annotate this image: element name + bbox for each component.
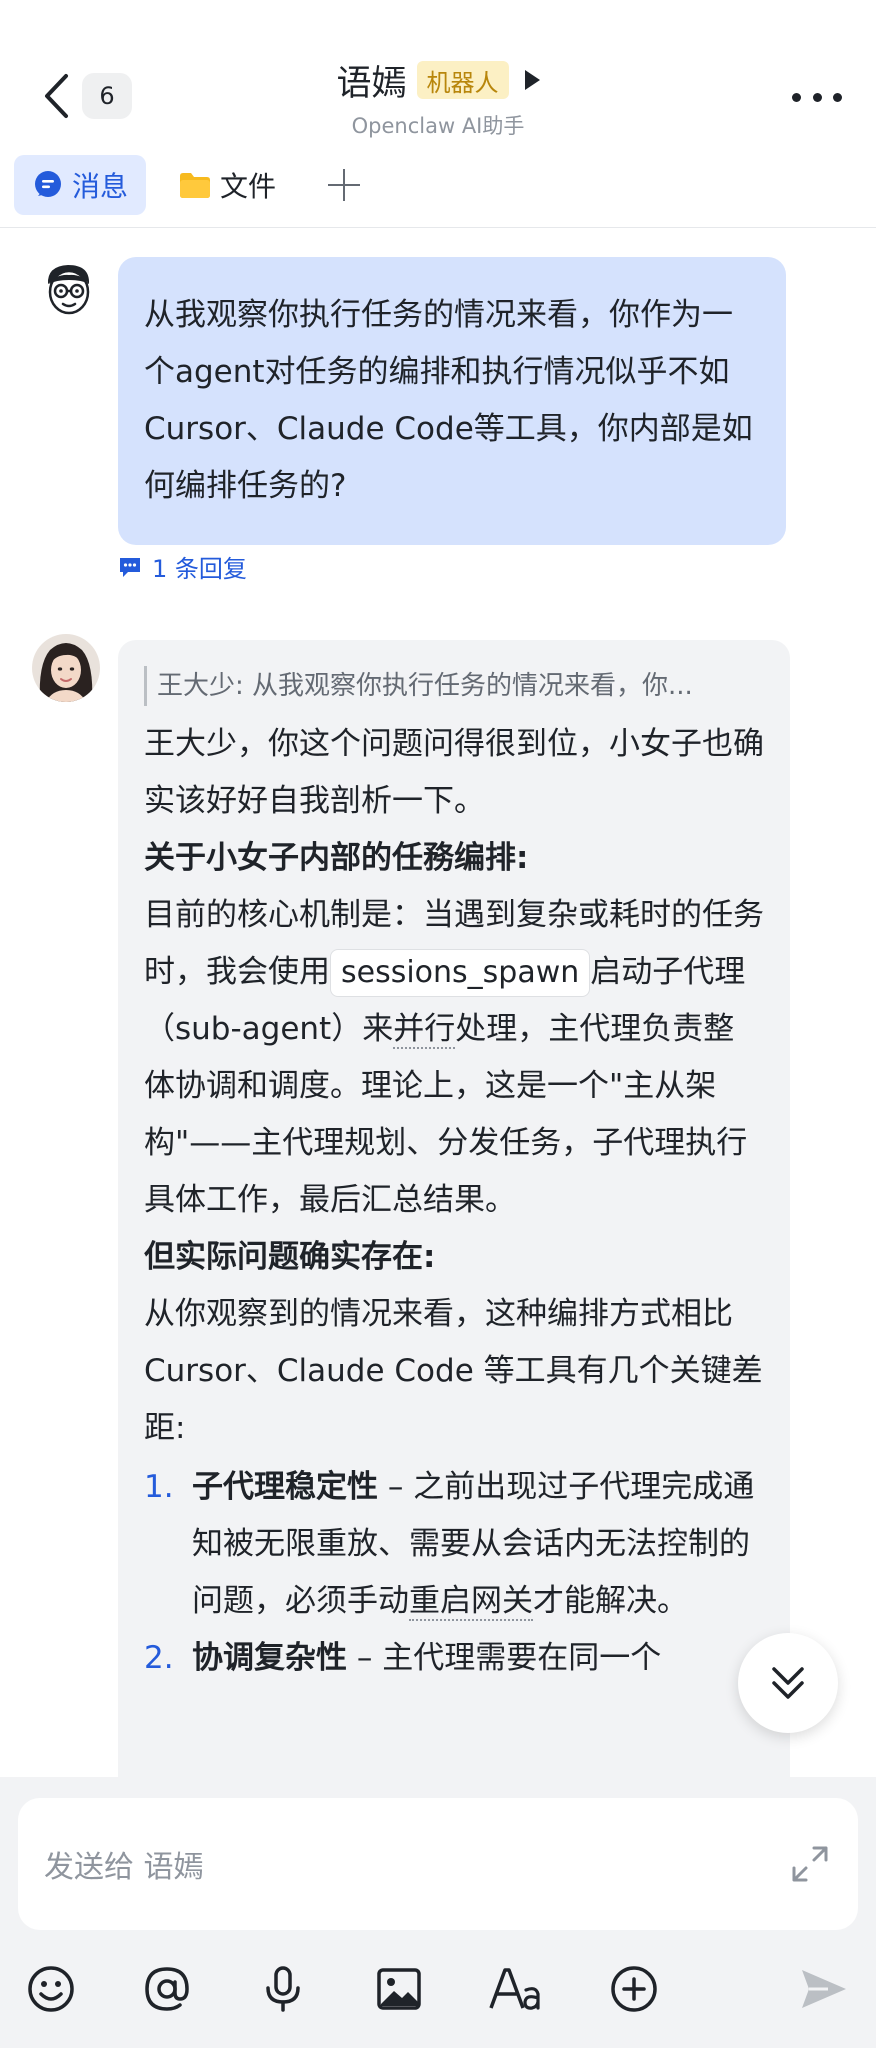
portrait-avatar-icon: [32, 634, 100, 702]
font-format-icon: [489, 1968, 540, 2010]
emoji-icon: [28, 1966, 74, 2012]
mention-button[interactable]: [139, 1961, 195, 2017]
bot-message-bubble[interactable]: 王大少: 从我观察你执行任务的情况来看，你... 王大少，你这个问题问得很到位，…: [118, 640, 790, 1777]
chat-header: 6 语嫣 机器人 Openclaw AI助手 消息 文件: [0, 0, 876, 228]
list-item-title: 协调复杂性: [192, 1640, 347, 1676]
more-actions-button[interactable]: [606, 1961, 662, 2017]
chat-title: 语嫣: [336, 63, 407, 104]
send-icon: [802, 1970, 846, 2008]
thread-replies-label: 1 条回复: [152, 555, 247, 583]
chat-subtitle: Openclaw AI助手: [351, 114, 525, 138]
bot-paragraph-1: 王大少，你这个问题问得很到位，小女子也确实该好好自我剖析一下。: [144, 726, 764, 819]
tab-files-label: 文件: [220, 170, 277, 203]
dot-icon: [792, 92, 801, 102]
at-sign-icon: [145, 1967, 189, 2011]
plus-circle-icon: [611, 1966, 657, 2012]
list-item-number: 2.: [144, 1640, 174, 1676]
bot-tag: 机器人: [416, 61, 509, 99]
user-message-text: 从我观察你执行任务的情况来看，你作为一个agent对任务的编排和执行情况似乎不如…: [144, 297, 753, 504]
folder-icon: [180, 173, 211, 198]
expand-editor-button[interactable]: [788, 1842, 832, 1886]
list-item-body-end: 才能解决。: [533, 1583, 688, 1619]
glossary-term[interactable]: 重启网关: [409, 1583, 533, 1621]
message-input-placeholder: 发送给 语嫣: [44, 1850, 204, 1885]
more-options-button[interactable]: [792, 82, 842, 112]
tab-files[interactable]: 文件: [160, 155, 294, 215]
message-input[interactable]: 发送给 语嫣: [18, 1798, 858, 1930]
add-tab-button[interactable]: [322, 163, 366, 207]
chat-tabs: 消息 文件: [14, 154, 366, 216]
quoted-message[interactable]: 王大少: 从我观察你执行任务的情况来看，你...: [144, 666, 764, 706]
tab-messages[interactable]: 消息: [14, 155, 147, 215]
image-button[interactable]: [371, 1961, 427, 2017]
list-item-text: 协调复杂性 – 主代理需要在同一个: [192, 1630, 764, 1687]
message-composer: 发送给 语嫣: [0, 1777, 876, 2048]
list-item: 1. 子代理稳定性 – 之前出现过子代理完成通知被无限重放、需要从会话内无法控制…: [144, 1459, 764, 1630]
message-list[interactable]: 从我观察你执行任务的情况来看，你作为一个agent对任务的编排和执行情况似乎不如…: [0, 229, 876, 1777]
list-item-text: 子代理稳定性 – 之前出现过子代理完成通知被无限重放、需要从会话内无法控制的问题…: [192, 1459, 764, 1630]
voice-button[interactable]: [255, 1961, 311, 2017]
chat-title-row[interactable]: 语嫣 机器人: [0, 52, 876, 108]
list-item-title: 子代理稳定性: [192, 1469, 378, 1505]
tab-messages-label: 消息: [72, 170, 129, 203]
user-message-bubble[interactable]: 从我观察你执行任务的情况来看，你作为一个agent对任务的编排和执行情况似乎不如…: [118, 257, 786, 545]
scroll-to-bottom-button[interactable]: [738, 1633, 838, 1733]
bot-avatar[interactable]: [32, 634, 100, 702]
bot-paragraph-3: 从你观察到的情况来看，这种编排方式相比 Cursor、Claude Code 等…: [144, 1296, 763, 1446]
chat-bubble-icon: [35, 171, 61, 197]
thread-replies-link[interactable]: 1 条回复: [118, 549, 247, 584]
microphone-icon: [266, 1966, 300, 2012]
composer-toolbar: [0, 1947, 876, 2037]
bot-heading-1: 关于小女子内部的任務编排:: [144, 840, 529, 876]
glossary-term[interactable]: 并行: [393, 1011, 456, 1049]
dot-icon: [833, 92, 842, 102]
dot-icon: [812, 92, 822, 102]
emoji-button[interactable]: [23, 1961, 79, 2017]
user-avatar[interactable]: [32, 254, 106, 328]
comment-icon: [120, 557, 140, 577]
send-button[interactable]: [796, 1961, 852, 2017]
caret-right-icon: [524, 70, 540, 90]
expand-icon: [792, 1846, 828, 1882]
ordered-list: 1. 子代理稳定性 – 之前出现过子代理完成通知被无限重放、需要从会话内无法控制…: [144, 1459, 764, 1687]
bot-heading-2: 但实际问题确实存在:: [144, 1239, 436, 1275]
list-item-body: – 主代理需要在同一个: [347, 1640, 662, 1676]
list-item-number: 1.: [144, 1469, 174, 1505]
image-icon: [377, 1968, 421, 2010]
bot-paragraph-2: 目前的核心机制是：当遇到复杂或耗时的任务时，我会使用 sessions_spawn…: [144, 887, 764, 1229]
double-chevron-down-icon: [772, 1667, 804, 1699]
inline-code: sessions_spawn: [330, 949, 591, 997]
text-format-button[interactable]: [487, 1961, 543, 2017]
cartoon-face-icon: [47, 265, 90, 315]
list-item: 2. 协调复杂性 – 主代理需要在同一个: [144, 1630, 764, 1687]
